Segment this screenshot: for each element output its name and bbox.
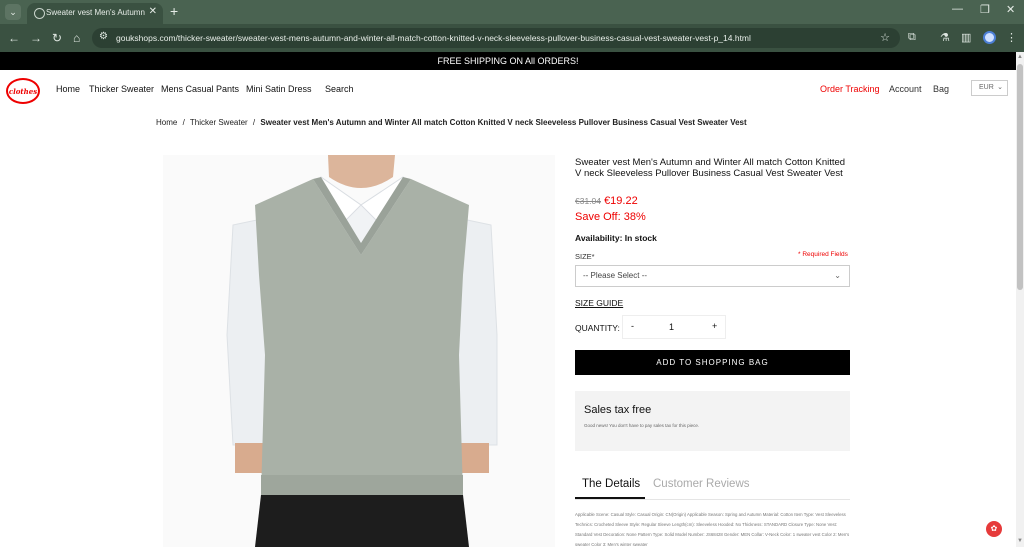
price-block: €31.04 €19.22 xyxy=(575,195,638,207)
nav-item-thicker-sweater[interactable]: Thicker Sweater xyxy=(89,84,154,94)
product-image[interactable] xyxy=(163,155,555,547)
product-details-text: Applicable Scene: Casual Style: Casual O… xyxy=(575,512,850,547)
profile-avatar[interactable] xyxy=(983,31,996,44)
logo-text: clothes xyxy=(8,87,38,96)
page-scrollbar[interactable]: ▲ ▼ xyxy=(1016,52,1024,547)
window-close-icon[interactable]: ✕ xyxy=(1006,3,1015,16)
back-icon[interactable]: ← xyxy=(8,30,20,46)
quantity-decrease-button[interactable]: - xyxy=(631,321,634,331)
reload-icon[interactable]: ↻ xyxy=(52,30,62,46)
nav-item-mini-satin-dress[interactable]: Mini Satin Dress xyxy=(246,84,312,94)
extensions-icon[interactable]: ⧉ xyxy=(908,31,916,44)
currency-value: EUR xyxy=(979,84,994,91)
save-off-label: Save Off: 38% xyxy=(575,211,646,223)
add-to-bag-button[interactable]: ADD TO SHOPPING BAG xyxy=(575,350,850,375)
tab-close-icon[interactable]: ✕ xyxy=(149,6,157,17)
chevron-down-icon: ⌄ xyxy=(997,84,1003,91)
scroll-down-icon[interactable]: ▼ xyxy=(1016,538,1024,544)
tab-search-chevron-icon[interactable]: ⌄ xyxy=(5,4,21,20)
tab-the-details[interactable]: The Details xyxy=(582,478,640,490)
side-panel-icon[interactable]: ▥ xyxy=(961,31,971,44)
product-title: Sweater vest Men's Autumn and Winter All… xyxy=(575,157,846,179)
old-price: €31.04 xyxy=(575,196,601,206)
chat-support-icon[interactable]: ✿ xyxy=(986,521,1002,537)
new-tab-button[interactable]: + xyxy=(170,3,178,19)
scrollbar-thumb[interactable] xyxy=(1017,64,1023,290)
quantity-input[interactable]: 1 xyxy=(669,322,674,332)
nav-item-mens-casual-pants[interactable]: Mens Casual Pants xyxy=(161,84,239,94)
breadcrumb-current: Sweater vest Men's Autumn and Winter All… xyxy=(260,118,747,127)
breadcrumb-category[interactable]: Thicker Sweater xyxy=(190,118,248,127)
bookmark-star-icon[interactable]: ☆ xyxy=(880,31,890,44)
quantity-stepper: - 1 + xyxy=(622,315,726,339)
promo-banner: FREE SHIPPING ON All ORDERS! xyxy=(0,52,1016,70)
size-select[interactable]: -- Please Select -- ⌄ xyxy=(575,265,850,287)
size-select-value: -- Please Select -- xyxy=(583,271,648,280)
bag-link[interactable]: Bag xyxy=(933,84,949,94)
sales-tax-text: Good news! You don't have to pay sales t… xyxy=(584,423,700,428)
tab-title: Sweater vest Men's Autumn and W xyxy=(46,8,146,17)
size-label: SIZE* xyxy=(575,252,595,261)
minimize-icon[interactable]: — xyxy=(952,3,963,15)
browser-tab-bar: ⌄ Sweater vest Men's Autumn and W ✕ + — … xyxy=(0,0,1024,24)
breadcrumb-separator: / xyxy=(182,118,185,127)
quantity-label: QUANTITY: xyxy=(575,323,620,333)
browser-toolbar: ← → ↻ ⌂ ⚙ goukshops.com/thicker-sweater/… xyxy=(0,24,1024,52)
restore-icon[interactable]: ❐ xyxy=(980,3,990,16)
size-guide-link[interactable]: SIZE GUIDE xyxy=(575,298,623,308)
address-bar[interactable]: ⚙ goukshops.com/thicker-sweater/sweater-… xyxy=(92,28,900,48)
menu-kebab-icon[interactable]: ⋮ xyxy=(1006,31,1017,44)
site-logo[interactable]: clothes xyxy=(6,78,40,104)
quantity-increase-button[interactable]: + xyxy=(712,321,717,331)
sales-tax-notice: Sales tax free Good news! You don't have… xyxy=(575,391,850,451)
sales-tax-title: Sales tax free xyxy=(584,404,652,416)
chevron-down-icon: ⌄ xyxy=(834,271,841,280)
breadcrumb-separator: / xyxy=(252,118,256,127)
product-photo-illustration xyxy=(163,155,555,547)
tabs-divider xyxy=(575,499,850,500)
labs-flask-icon[interactable]: ⚗ xyxy=(940,31,950,44)
nav-item-search[interactable]: Search xyxy=(325,84,354,94)
breadcrumb-home[interactable]: Home xyxy=(156,118,177,127)
home-icon[interactable]: ⌂ xyxy=(73,30,80,46)
forward-icon[interactable]: → xyxy=(30,30,42,46)
scroll-up-icon[interactable]: ▲ xyxy=(1016,54,1024,60)
order-tracking-link[interactable]: Order Tracking xyxy=(820,84,880,94)
web-page: FREE SHIPPING ON All ORDERS! clothes Hom… xyxy=(0,52,1016,547)
currency-select[interactable]: EUR ⌄ xyxy=(971,80,1008,96)
required-fields-note: * Required Fields xyxy=(798,251,848,258)
breadcrumb: Home / Thicker Sweater / Sweater vest Me… xyxy=(156,118,747,127)
availability-status: Availability: In stock xyxy=(575,233,657,243)
current-price: €19.22 xyxy=(604,195,638,207)
site-info-icon[interactable]: ⚙ xyxy=(99,31,108,42)
account-link[interactable]: Account xyxy=(889,84,922,94)
url-text[interactable]: goukshops.com/thicker-sweater/sweater-ve… xyxy=(116,33,751,43)
tab-customer-reviews[interactable]: Customer Reviews xyxy=(653,478,750,490)
browser-tab[interactable]: Sweater vest Men's Autumn and W ✕ xyxy=(27,3,163,24)
nav-item-home[interactable]: Home xyxy=(56,84,80,94)
globe-icon xyxy=(34,8,45,19)
